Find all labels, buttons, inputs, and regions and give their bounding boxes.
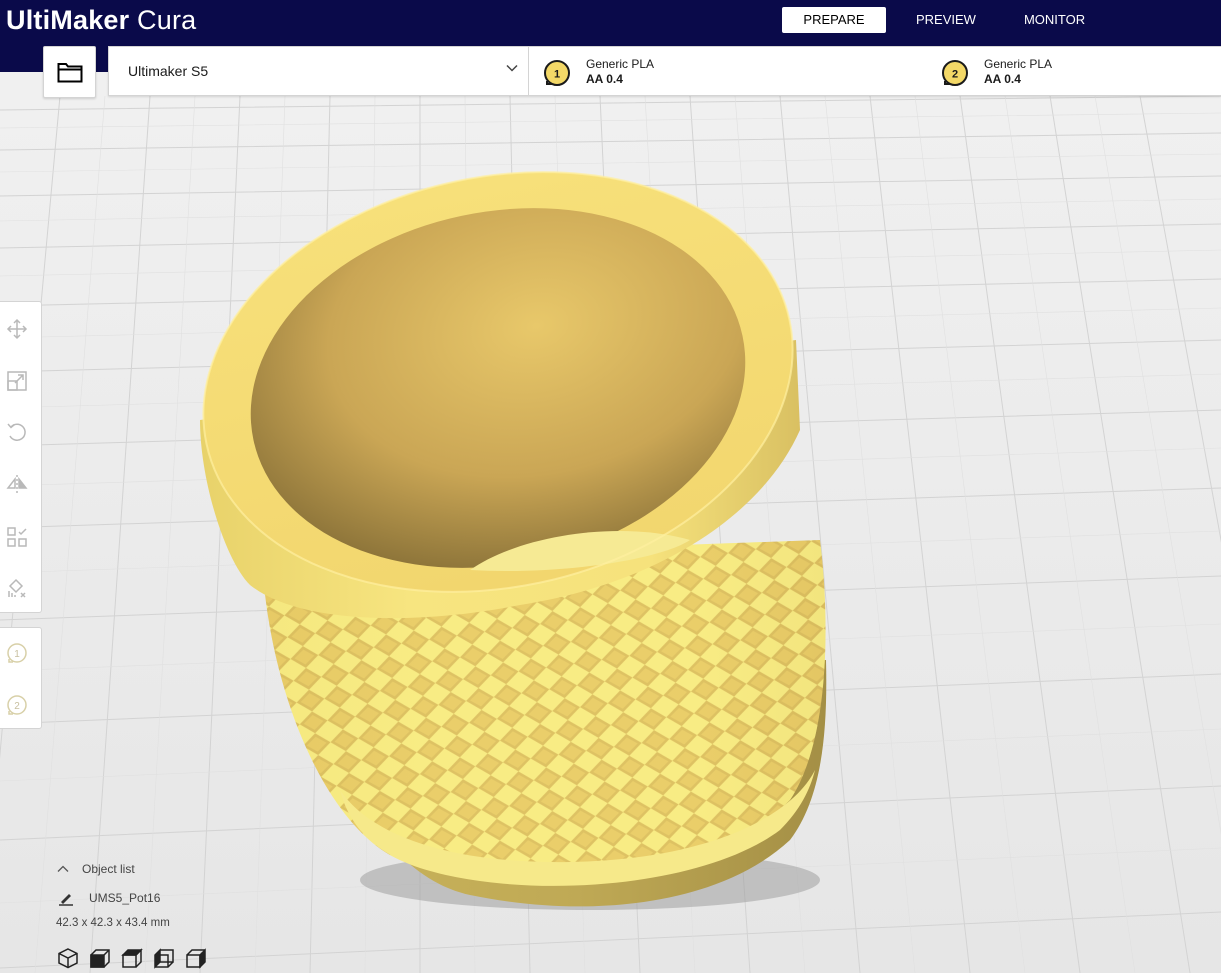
tool-panel	[0, 301, 42, 613]
move-tool-button[interactable]	[4, 316, 30, 342]
extruder-1-toggle-number: 1	[14, 649, 20, 660]
per-model-settings-button[interactable]	[4, 524, 30, 550]
extruder-tool-panel: 1 2	[0, 627, 42, 729]
extruder-2-material: Generic PLA	[984, 57, 1053, 71]
extruder-2-core: AA 0.4	[984, 72, 1021, 86]
front-view-button[interactable]	[88, 946, 112, 970]
right-view-icon	[186, 948, 206, 969]
scale-icon	[7, 371, 27, 391]
printer-selector[interactable]: Ultimaker S5	[109, 47, 529, 95]
extruder-1-material: Generic PLA	[586, 57, 655, 71]
left-view-button[interactable]	[152, 946, 176, 970]
3d-view-button[interactable]	[56, 946, 80, 970]
top-view-button[interactable]	[120, 946, 144, 970]
object-dimensions: 42.3 x 42.3 x 43.4 mm	[56, 917, 170, 929]
top-view-icon	[121, 948, 143, 968]
printer-configuration-bar: Ultimaker S5 1 Generic PLA AA 0.4 2 Gene…	[108, 46, 1221, 96]
tab-preview[interactable]: PREVIEW	[898, 7, 994, 33]
per-model-settings-icon	[7, 527, 27, 547]
support-blocker-button[interactable]	[4, 575, 30, 601]
extruder-1-core: AA 0.4	[586, 72, 623, 86]
chevron-down-icon	[506, 64, 518, 72]
right-view-button[interactable]	[184, 946, 208, 970]
object-list-toggle[interactable]: Object list	[56, 860, 216, 878]
extruder-2-toggle-number: 2	[14, 701, 20, 712]
3d-viewport[interactable]	[0, 0, 1221, 973]
extruder-1-toggle-icon: 1	[7, 643, 27, 663]
app-logo: UltiMaker Cura	[6, 2, 196, 38]
left-view-icon	[154, 948, 174, 969]
extruder-1-config[interactable]: 1 Generic PLA AA 0.4	[529, 47, 927, 95]
assign-extruder-1-button[interactable]: 1	[4, 640, 30, 666]
extruder-2-toggle-icon: 2	[7, 695, 27, 715]
object-name: UMS5_Pot16	[89, 891, 161, 905]
edit-name-icon	[59, 894, 73, 906]
object-list-item[interactable]: UMS5_Pot16	[56, 890, 256, 908]
scale-tool-button[interactable]	[4, 368, 30, 394]
rotate-icon	[7, 423, 26, 441]
folder-icon	[57, 63, 82, 83]
logo-brand: UltiMaker	[6, 5, 130, 35]
extruder-2-config[interactable]: 2 Generic PLA AA 0.4	[927, 47, 1221, 95]
mirror-tool-button[interactable]	[4, 471, 30, 497]
support-blocker-icon	[8, 578, 26, 598]
open-file-button[interactable]	[43, 46, 96, 98]
view-orientation-buttons	[56, 946, 208, 970]
3d-view-icon	[58, 948, 78, 969]
front-view-icon	[90, 949, 110, 968]
assign-extruder-2-button[interactable]: 2	[4, 692, 30, 718]
rotate-tool-button[interactable]	[4, 419, 30, 445]
mirror-icon	[6, 475, 28, 493]
stage-tabs: PREPARE PREVIEW MONITOR	[782, 7, 1111, 33]
move-icon	[6, 318, 28, 340]
tab-monitor[interactable]: MONITOR	[1006, 7, 1103, 33]
tab-prepare[interactable]: PREPARE	[782, 7, 886, 33]
object-list-title: Object list	[82, 862, 135, 876]
extruder-2-icon: 2	[942, 60, 968, 86]
extruder-1-icon: 1	[544, 60, 570, 86]
printer-name: Ultimaker S5	[128, 63, 209, 79]
extruder-1-number: 1	[554, 69, 560, 81]
chevron-up-icon	[57, 865, 69, 872]
extruder-2-number: 2	[952, 69, 958, 81]
logo-product: Cura	[137, 5, 197, 35]
